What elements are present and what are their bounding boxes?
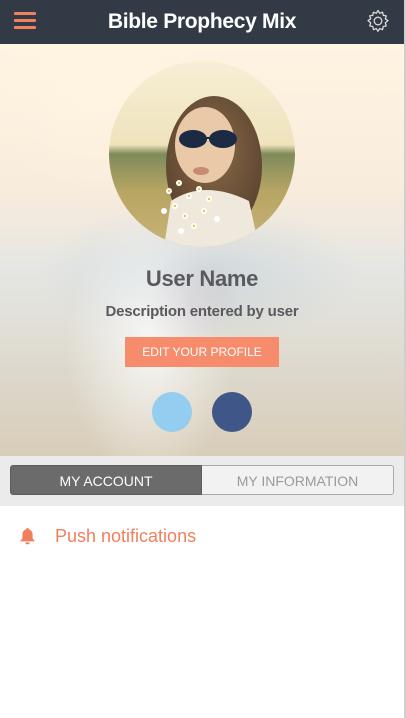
bell-icon <box>19 527 36 545</box>
user-name: User Name <box>145 266 259 291</box>
push-notifications-row[interactable]: Push notifications <box>0 518 404 554</box>
profile-header: User Name Description entered by user ED… <box>0 44 404 456</box>
tab-my-information[interactable]: MY INFORMATION <box>202 465 394 495</box>
app-title: Bible Prophecy Mix <box>107 10 297 33</box>
user-description: Description entered by user <box>105 303 299 320</box>
top-navigation-bar: Bible Prophecy Mix <box>0 0 404 44</box>
facebook-icon[interactable] <box>212 392 252 432</box>
avatar[interactable] <box>109 61 295 247</box>
twitter-icon[interactable] <box>152 392 192 432</box>
segmented-tabs: MY ACCOUNT MY INFORMATION <box>0 456 404 506</box>
tab-my-account[interactable]: MY ACCOUNT <box>10 465 202 495</box>
gear-icon[interactable] <box>366 9 390 33</box>
edit-profile-button[interactable]: EDIT YOUR PROFILE <box>125 337 279 367</box>
push-notifications-label: Push notifications <box>55 526 197 546</box>
